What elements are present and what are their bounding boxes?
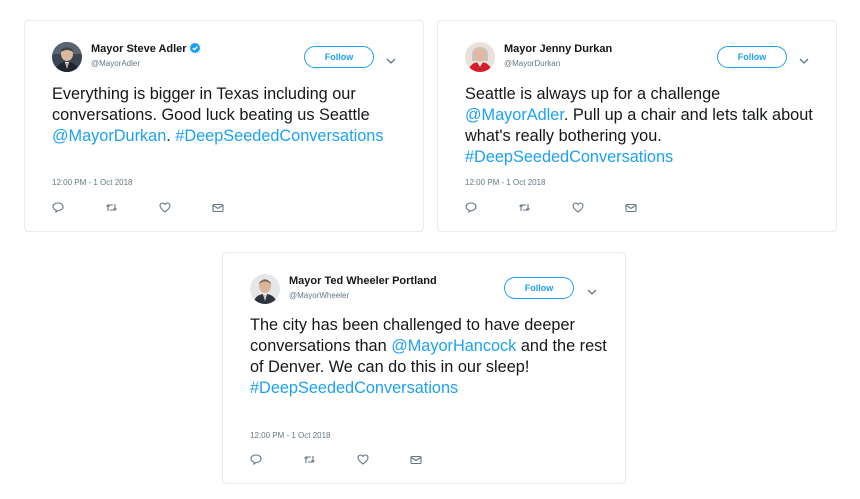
follow-button[interactable]: Follow: [504, 277, 574, 299]
follow-button[interactable]: Follow: [304, 46, 374, 68]
hashtag-link[interactable]: #DeepSeededConversations: [175, 127, 383, 145]
retweet-icon[interactable]: [518, 200, 531, 218]
text-segment: Seattle is always up for a challenge: [465, 85, 721, 103]
timestamp[interactable]: 12:00 PM - 1 Oct 2018: [52, 178, 133, 187]
chevron-down-icon[interactable]: [386, 52, 396, 70]
mention-link[interactable]: @MayorAdler: [465, 106, 564, 124]
display-name[interactable]: Mayor Ted Wheeler Portland: [289, 275, 437, 287]
timestamp[interactable]: 12:00 PM - 1 Oct 2018: [250, 431, 331, 440]
user-handle[interactable]: @MayorDurkan: [504, 59, 560, 68]
retweet-icon[interactable]: [303, 452, 316, 470]
avatar[interactable]: [465, 42, 495, 72]
chevron-down-icon[interactable]: [799, 52, 809, 70]
display-name[interactable]: Mayor Jenny Durkan: [504, 43, 612, 55]
avatar[interactable]: [52, 42, 82, 72]
display-name[interactable]: Mayor Steve Adler: [91, 43, 200, 56]
text-segment: Everything is bigger in Texas including …: [52, 85, 370, 124]
reply-icon[interactable]: [465, 200, 477, 218]
tweet-text: Seattle is always up for a challenge @Ma…: [465, 84, 825, 168]
like-icon[interactable]: [572, 200, 584, 218]
user-handle[interactable]: @MayorWheeler: [289, 291, 349, 300]
reply-icon[interactable]: [250, 452, 262, 470]
tweet-card-wheeler: Mayor Ted Wheeler Portland @MayorWheeler…: [222, 252, 626, 484]
display-name-text: Mayor Steve Adler: [91, 43, 187, 55]
like-icon[interactable]: [357, 452, 369, 470]
retweet-icon[interactable]: [105, 200, 118, 218]
follow-button[interactable]: Follow: [717, 46, 787, 68]
chevron-down-icon[interactable]: [587, 283, 597, 301]
message-icon[interactable]: [212, 200, 224, 218]
avatar[interactable]: [250, 274, 280, 304]
mention-link[interactable]: @MayorHancock: [391, 337, 516, 355]
message-icon[interactable]: [410, 452, 422, 470]
mention-link[interactable]: @MayorDurkan: [52, 127, 166, 145]
like-icon[interactable]: [159, 200, 171, 218]
tweet-card-durkan: Mayor Jenny Durkan @MayorDurkan Follow S…: [437, 20, 837, 232]
timestamp[interactable]: 12:00 PM - 1 Oct 2018: [465, 178, 546, 187]
tweet-text: The city has been challenged to have dee…: [250, 315, 610, 399]
reply-icon[interactable]: [52, 200, 64, 218]
message-icon[interactable]: [625, 200, 637, 218]
user-handle[interactable]: @MayorAdler: [91, 59, 140, 68]
hashtag-link[interactable]: #DeepSeededConversations: [465, 148, 673, 166]
hashtag-link[interactable]: #DeepSeededConversations: [250, 379, 458, 397]
tweet-text: Everything is bigger in Texas including …: [52, 84, 412, 147]
text-segment: .: [166, 127, 176, 145]
verified-badge-icon: [189, 43, 200, 56]
tweet-card-adler: Mayor Steve Adler @MayorAdler Follow Eve…: [24, 20, 424, 232]
